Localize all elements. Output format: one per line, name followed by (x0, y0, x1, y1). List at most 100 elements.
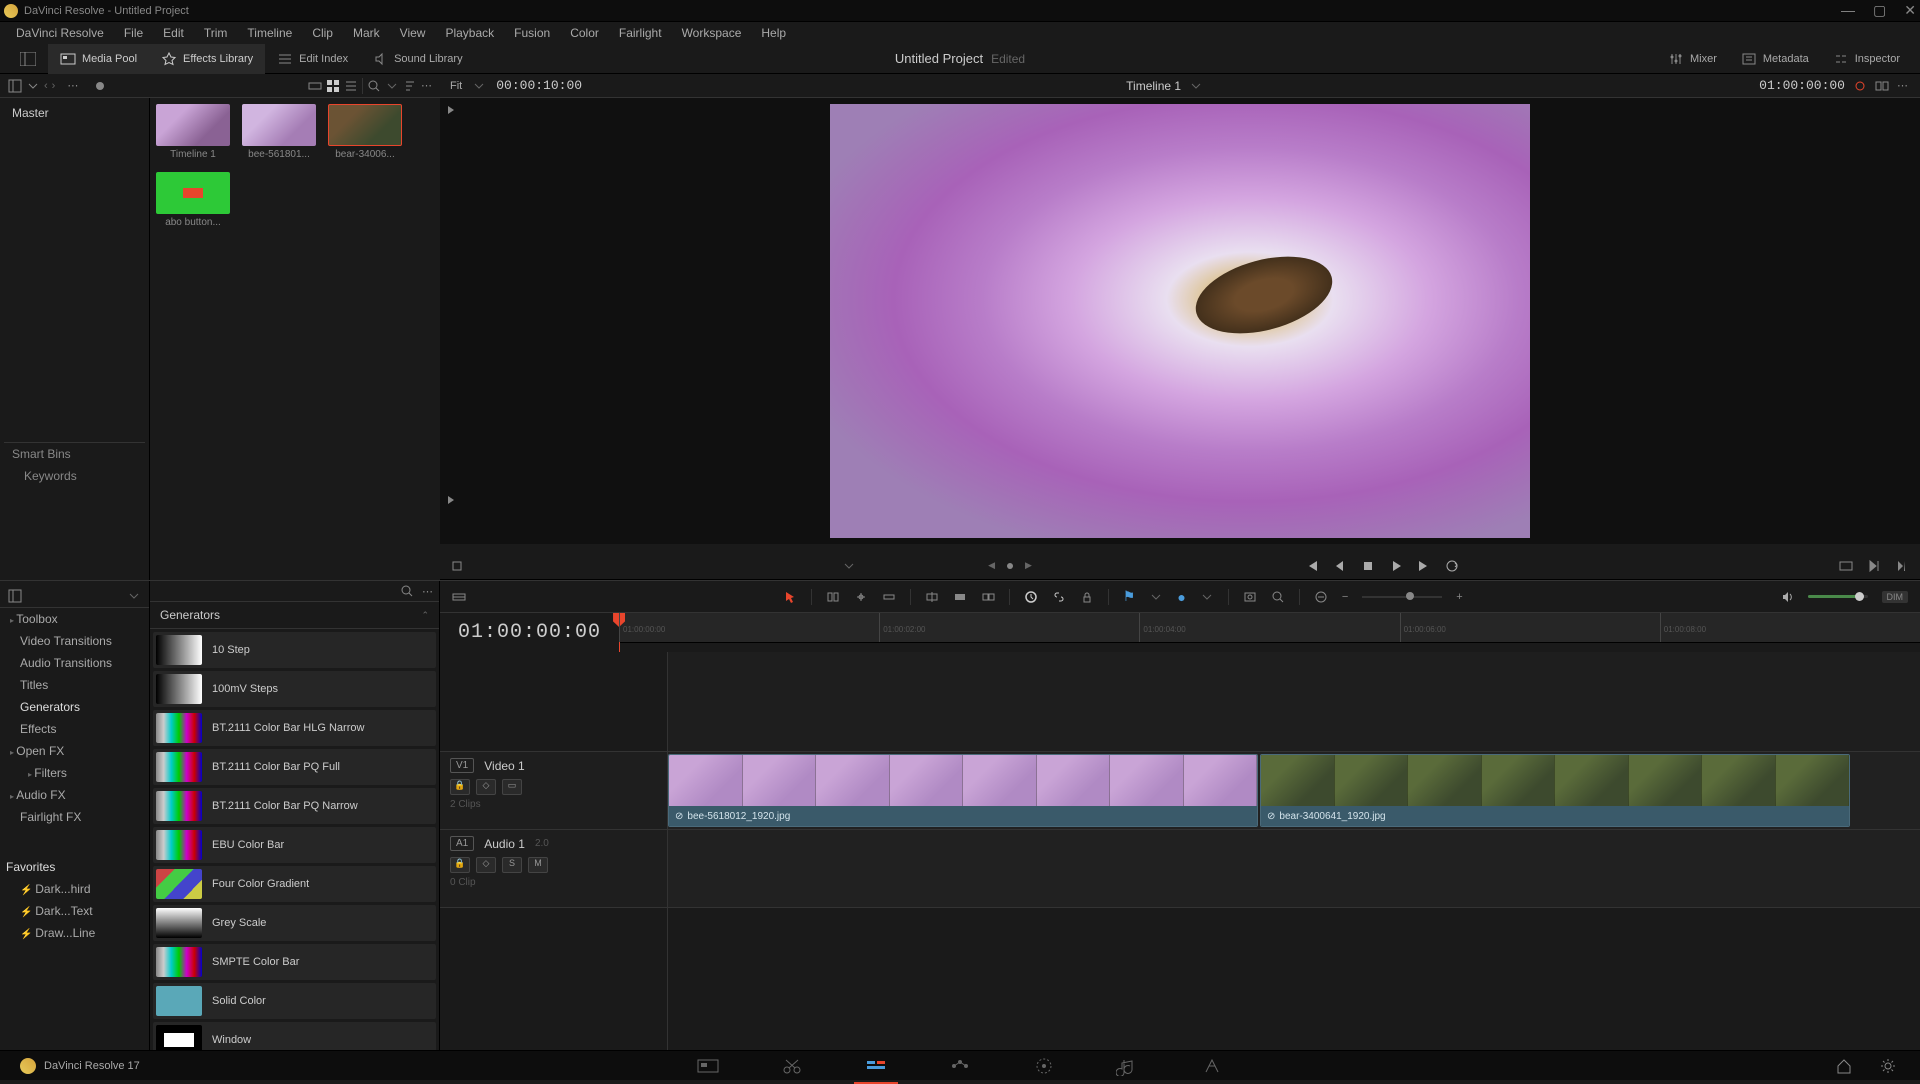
smart-bins-header[interactable]: Smart Bins (4, 443, 145, 465)
deliver-page-icon[interactable] (1200, 1054, 1224, 1078)
mute-button[interactable]: M (528, 857, 548, 873)
menu-clip[interactable]: Clip (302, 26, 343, 40)
generator-item[interactable]: EBU Color Bar (153, 827, 436, 863)
timeline-tracks[interactable]: ⊘bee-5618012_1920.jpg ⊘bear-3400641_1920… (668, 652, 1920, 1064)
video-track-header[interactable]: V1 Video 1 🔒 ◇ ▭ 2 Clips (440, 752, 667, 830)
favorites-header[interactable]: Favorites (0, 856, 149, 878)
menu-davinci[interactable]: DaVinci Resolve (6, 26, 114, 40)
media-pool-button[interactable]: Media Pool (48, 44, 149, 74)
dual-view-icon[interactable] (1875, 79, 1889, 93)
menu-playback[interactable]: Playback (435, 26, 504, 40)
search-icon[interactable] (367, 79, 381, 93)
toolbox-header[interactable]: Toolbox (0, 608, 149, 630)
menu-workspace[interactable]: Workspace (672, 26, 752, 40)
track-auto-icon[interactable]: ◇ (476, 857, 496, 873)
tree-filters[interactable]: ▸ Filters (0, 762, 149, 784)
timeline-name[interactable]: Timeline 1 (1126, 79, 1181, 93)
favorite-item[interactable]: Draw...Line (0, 922, 149, 944)
tree-audiofx[interactable]: Audio FX (0, 784, 149, 806)
maximize-button[interactable]: ▢ (1873, 2, 1886, 19)
insert-icon[interactable] (925, 590, 939, 604)
flag-icon[interactable]: ⚑ (1123, 588, 1136, 605)
overflow-icon[interactable]: ⋯ (421, 79, 432, 92)
last-frame-icon[interactable] (448, 496, 456, 504)
clip-bee[interactable]: bee-561801... (242, 104, 316, 160)
overflow-icon[interactable]: ⋯ (1897, 79, 1908, 92)
generator-item[interactable]: BT.2111 Color Bar PQ Narrow (153, 788, 436, 824)
tree-generators[interactable]: Generators (0, 696, 149, 718)
audio-track-header[interactable]: A1 Audio 1 2.0 🔒 ◇ S M 0 Clip (440, 830, 667, 908)
match-prev[interactable]: ◀ (988, 560, 995, 571)
volume-icon[interactable] (1780, 590, 1794, 604)
go-end-icon[interactable] (1416, 558, 1432, 574)
overwrite-icon[interactable] (953, 590, 967, 604)
trim-tool-icon[interactable] (826, 590, 840, 604)
chevron-down-icon[interactable] (127, 589, 141, 603)
zoom-out-icon[interactable] (1314, 590, 1328, 604)
grid-view-icon[interactable] (326, 79, 340, 93)
overflow-icon[interactable]: ⋯ (67, 79, 78, 92)
play-icon[interactable] (1388, 558, 1404, 574)
minimize-button[interactable]: — (1841, 2, 1855, 19)
chevron-down-icon[interactable] (1189, 79, 1203, 93)
fairlight-page-icon[interactable] (1116, 1054, 1140, 1078)
menu-trim[interactable]: Trim (194, 26, 238, 40)
blade-tool-icon[interactable] (882, 590, 896, 604)
tree-audio-transitions[interactable]: Audio Transitions (0, 652, 149, 674)
search-icon[interactable] (400, 584, 414, 598)
lock-icon[interactable] (1080, 590, 1094, 604)
audio-track[interactable] (668, 830, 1920, 908)
plus-icon[interactable]: + (1456, 591, 1462, 603)
track-auto-icon[interactable]: ◇ (476, 779, 496, 795)
nav-next[interactable]: › (52, 80, 56, 92)
color-page-icon[interactable] (1032, 1054, 1056, 1078)
menu-edit[interactable]: Edit (153, 26, 194, 40)
list-view-icon[interactable] (344, 79, 358, 93)
next-edit-icon[interactable] (1866, 558, 1882, 574)
generator-item[interactable]: BT.2111 Color Bar PQ Full (153, 749, 436, 785)
chevron-down-icon[interactable] (26, 79, 40, 93)
timeline-view-icon[interactable] (452, 590, 466, 604)
stop-icon[interactable] (1360, 558, 1376, 574)
inspector-button[interactable]: Inspector (1821, 44, 1912, 74)
edit-page-icon[interactable] (864, 1054, 888, 1078)
chevron-down-icon[interactable] (1200, 590, 1214, 604)
track-lock-icon[interactable]: 🔒 (450, 857, 470, 873)
replace-icon[interactable] (981, 590, 995, 604)
sound-library-button[interactable]: Sound Library (360, 44, 475, 74)
tree-effects[interactable]: Effects (0, 718, 149, 740)
solo-button[interactable]: S (502, 857, 522, 873)
step-back-icon[interactable] (1332, 558, 1348, 574)
sync-icon[interactable] (1853, 79, 1867, 93)
generator-item[interactable]: SMPTE Color Bar (153, 944, 436, 980)
strip-view-icon[interactable] (308, 79, 322, 93)
generator-item[interactable]: 10 Step (153, 632, 436, 668)
close-button[interactable]: ✕ (1904, 2, 1916, 19)
timeline-ruler[interactable]: 01:00:00:00 01:00:02:00 01:00:04:00 01:0… (619, 613, 1920, 643)
zoom-slider[interactable] (1362, 596, 1442, 598)
generator-item[interactable]: BT.2111 Color Bar HLG Narrow (153, 710, 436, 746)
sort-icon[interactable] (403, 79, 417, 93)
favorite-item[interactable]: Dark...Text (0, 900, 149, 922)
nav-prev[interactable]: ‹ (44, 80, 48, 92)
loop-icon[interactable] (1444, 558, 1460, 574)
menu-fusion[interactable]: Fusion (504, 26, 560, 40)
generator-item[interactable]: Solid Color (153, 983, 436, 1019)
viewer-scrubber[interactable] (440, 544, 1920, 552)
timeline-clip-bee[interactable]: ⊘bee-5618012_1920.jpg (668, 754, 1258, 827)
v1-badge[interactable]: V1 (450, 758, 474, 773)
tree-titles[interactable]: Titles (0, 674, 149, 696)
favorite-item[interactable]: Dark...hird (0, 878, 149, 900)
generator-item[interactable]: Grey Scale (153, 905, 436, 941)
generator-item[interactable]: 100mV Steps (153, 671, 436, 707)
media-page-icon[interactable] (696, 1054, 720, 1078)
arrow-tool-icon[interactable] (783, 590, 797, 604)
minus-icon[interactable]: − (1342, 591, 1348, 603)
menu-file[interactable]: File (114, 26, 153, 40)
end-icon[interactable] (1894, 558, 1910, 574)
menu-mark[interactable]: Mark (343, 26, 390, 40)
clip-bear[interactable]: bear-34006... (328, 104, 402, 160)
cut-page-icon[interactable] (780, 1054, 804, 1078)
timeline-clip-bear[interactable]: ⊘bear-3400641_1920.jpg (1260, 754, 1850, 827)
clip-timeline1[interactable]: Timeline 1 (156, 104, 230, 160)
